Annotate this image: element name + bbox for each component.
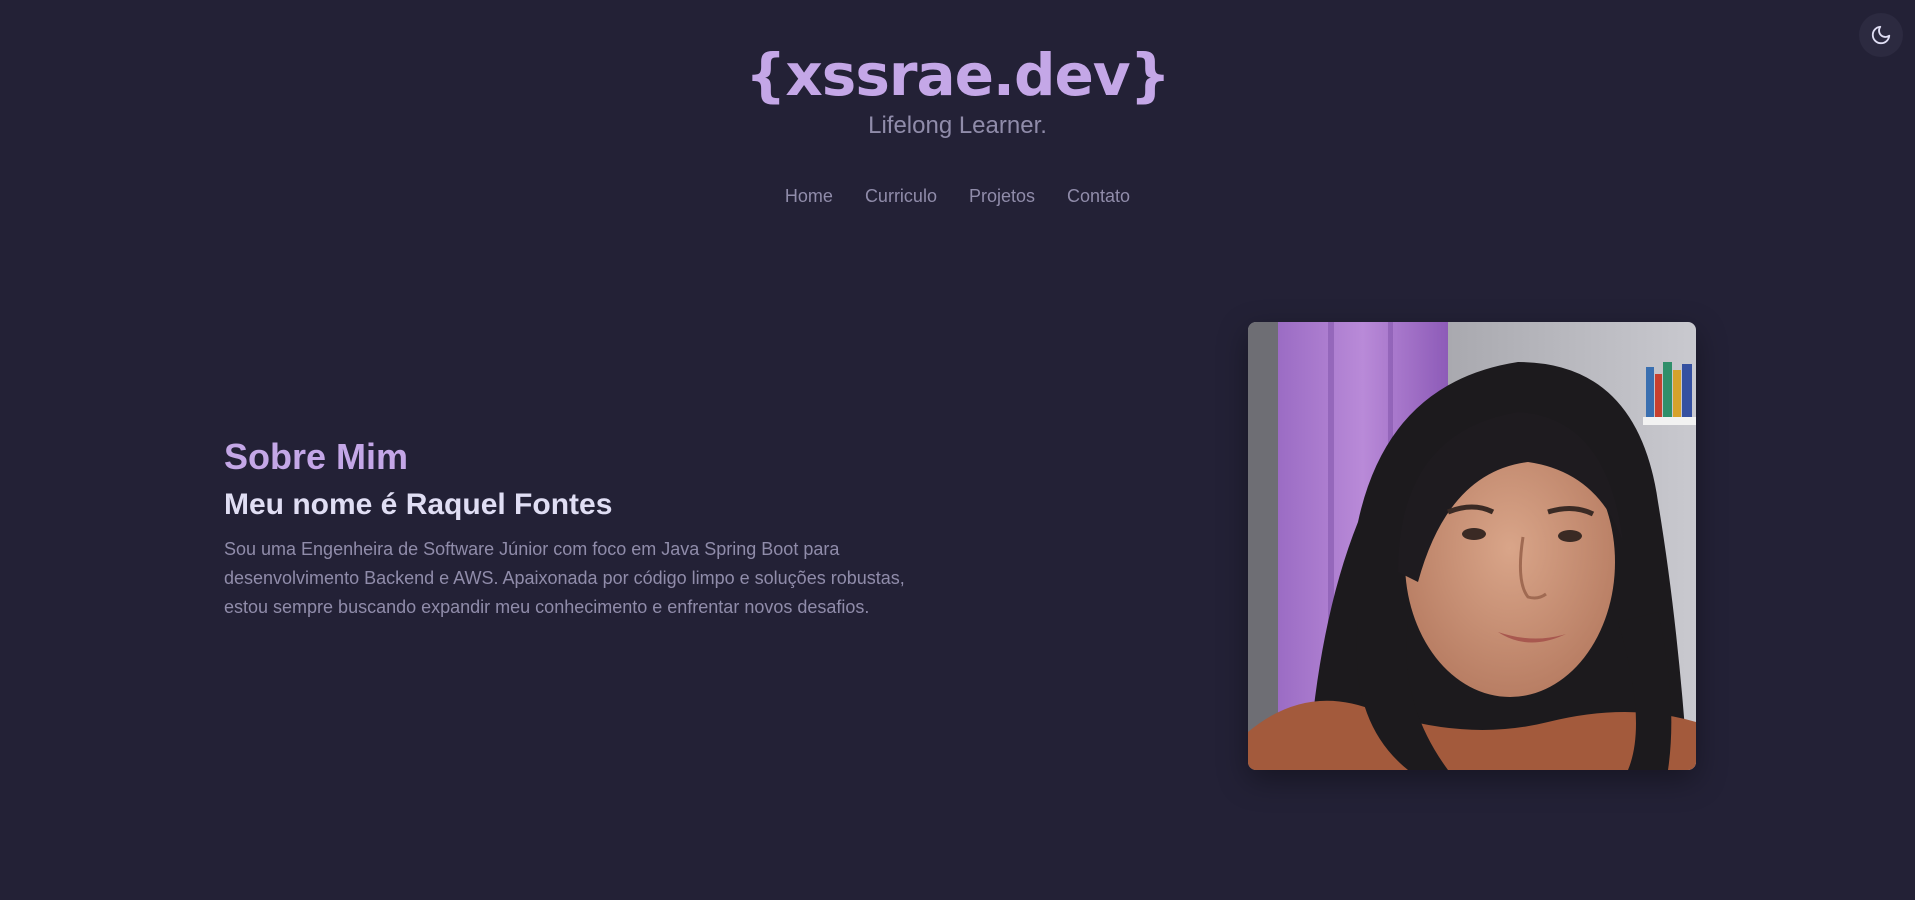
section-title: Sobre Mim [224,436,409,477]
page: {xssrae.dev} Lifelong Learner. Home Curr… [0,0,1915,900]
nav-contato[interactable]: Contato [1067,182,1130,210]
about-section: Sobre Mim Meu nome é Raquel Fontes Sou u… [224,433,944,622]
nav-projetos[interactable]: Projetos [969,182,1035,210]
nav-home[interactable]: Home [785,182,833,210]
profile-photo [1248,322,1696,770]
main-nav: Home Curriculo Projetos Contato [0,182,1915,210]
about-description: Sou uma Engenheira de Software Júnior co… [224,539,905,617]
name-heading: Meu nome é Raquel Fontes [224,488,613,521]
tagline: Lifelong Learner. [868,112,1047,139]
brand-logo[interactable]: {xssrae.dev} [0,36,1915,114]
nav-curriculo[interactable]: Curriculo [865,182,937,210]
